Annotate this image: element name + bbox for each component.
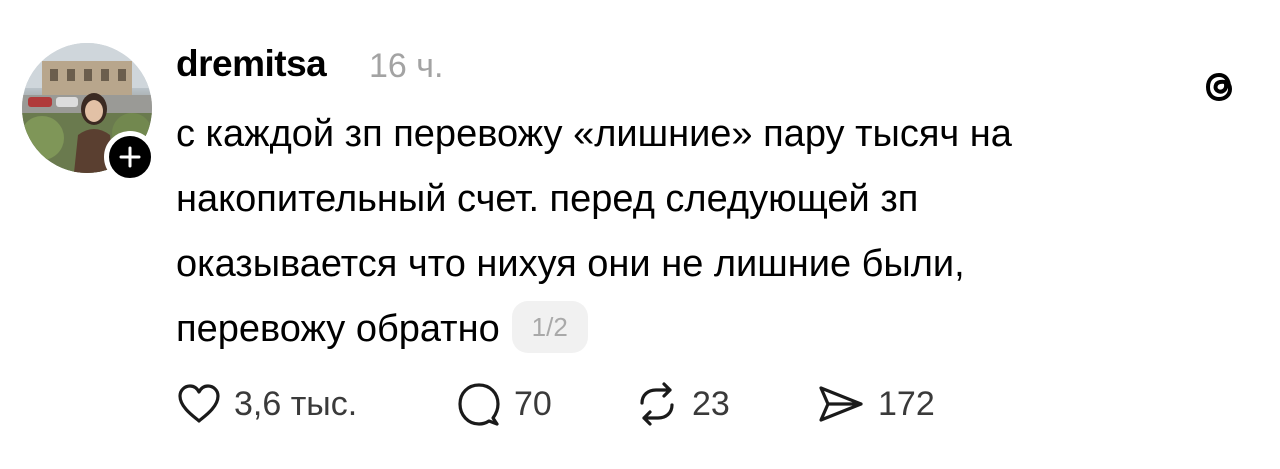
page-indicator[interactable]: 1/2 xyxy=(511,300,588,353)
post-text-line: оказывается что нихуя они не лишние были… xyxy=(176,243,965,285)
reply-button[interactable]: 70 xyxy=(456,378,552,430)
like-button[interactable]: 3,6 тыс. xyxy=(176,378,357,430)
username[interactable]: dremitsa xyxy=(176,41,327,87)
heart-icon xyxy=(178,384,220,423)
like-count: 3,6 тыс. xyxy=(234,384,358,423)
post-text: с каждой зп перевожу «лишние» пару тысяч… xyxy=(176,102,1236,362)
post-text-last: перевожу обратно xyxy=(176,308,500,350)
repost-count: 23 xyxy=(692,384,730,423)
share-count: 172 xyxy=(878,384,935,423)
repost-arrows-icon xyxy=(640,382,674,426)
share-button[interactable]: 172 xyxy=(816,378,935,430)
timestamp: 16 ч. xyxy=(369,47,444,85)
repost-button[interactable]: 23 xyxy=(634,378,730,430)
thread-post: dremitsa 16 ч. с каждой зп перевожу «лиш… xyxy=(0,0,1280,469)
speech-bubble-icon xyxy=(458,383,500,426)
post-text-line: перевожу обратно 1/2 xyxy=(176,297,1236,362)
plus-icon xyxy=(119,146,141,168)
post-text-line: накопительный счет. перед следующей зп xyxy=(176,178,919,220)
reply-count: 70 xyxy=(514,384,552,423)
post-text-line: с каждой зп перевожу «лишние» пару тысяч… xyxy=(176,113,1012,155)
follow-button[interactable] xyxy=(104,131,156,183)
paper-plane-icon xyxy=(819,386,863,422)
